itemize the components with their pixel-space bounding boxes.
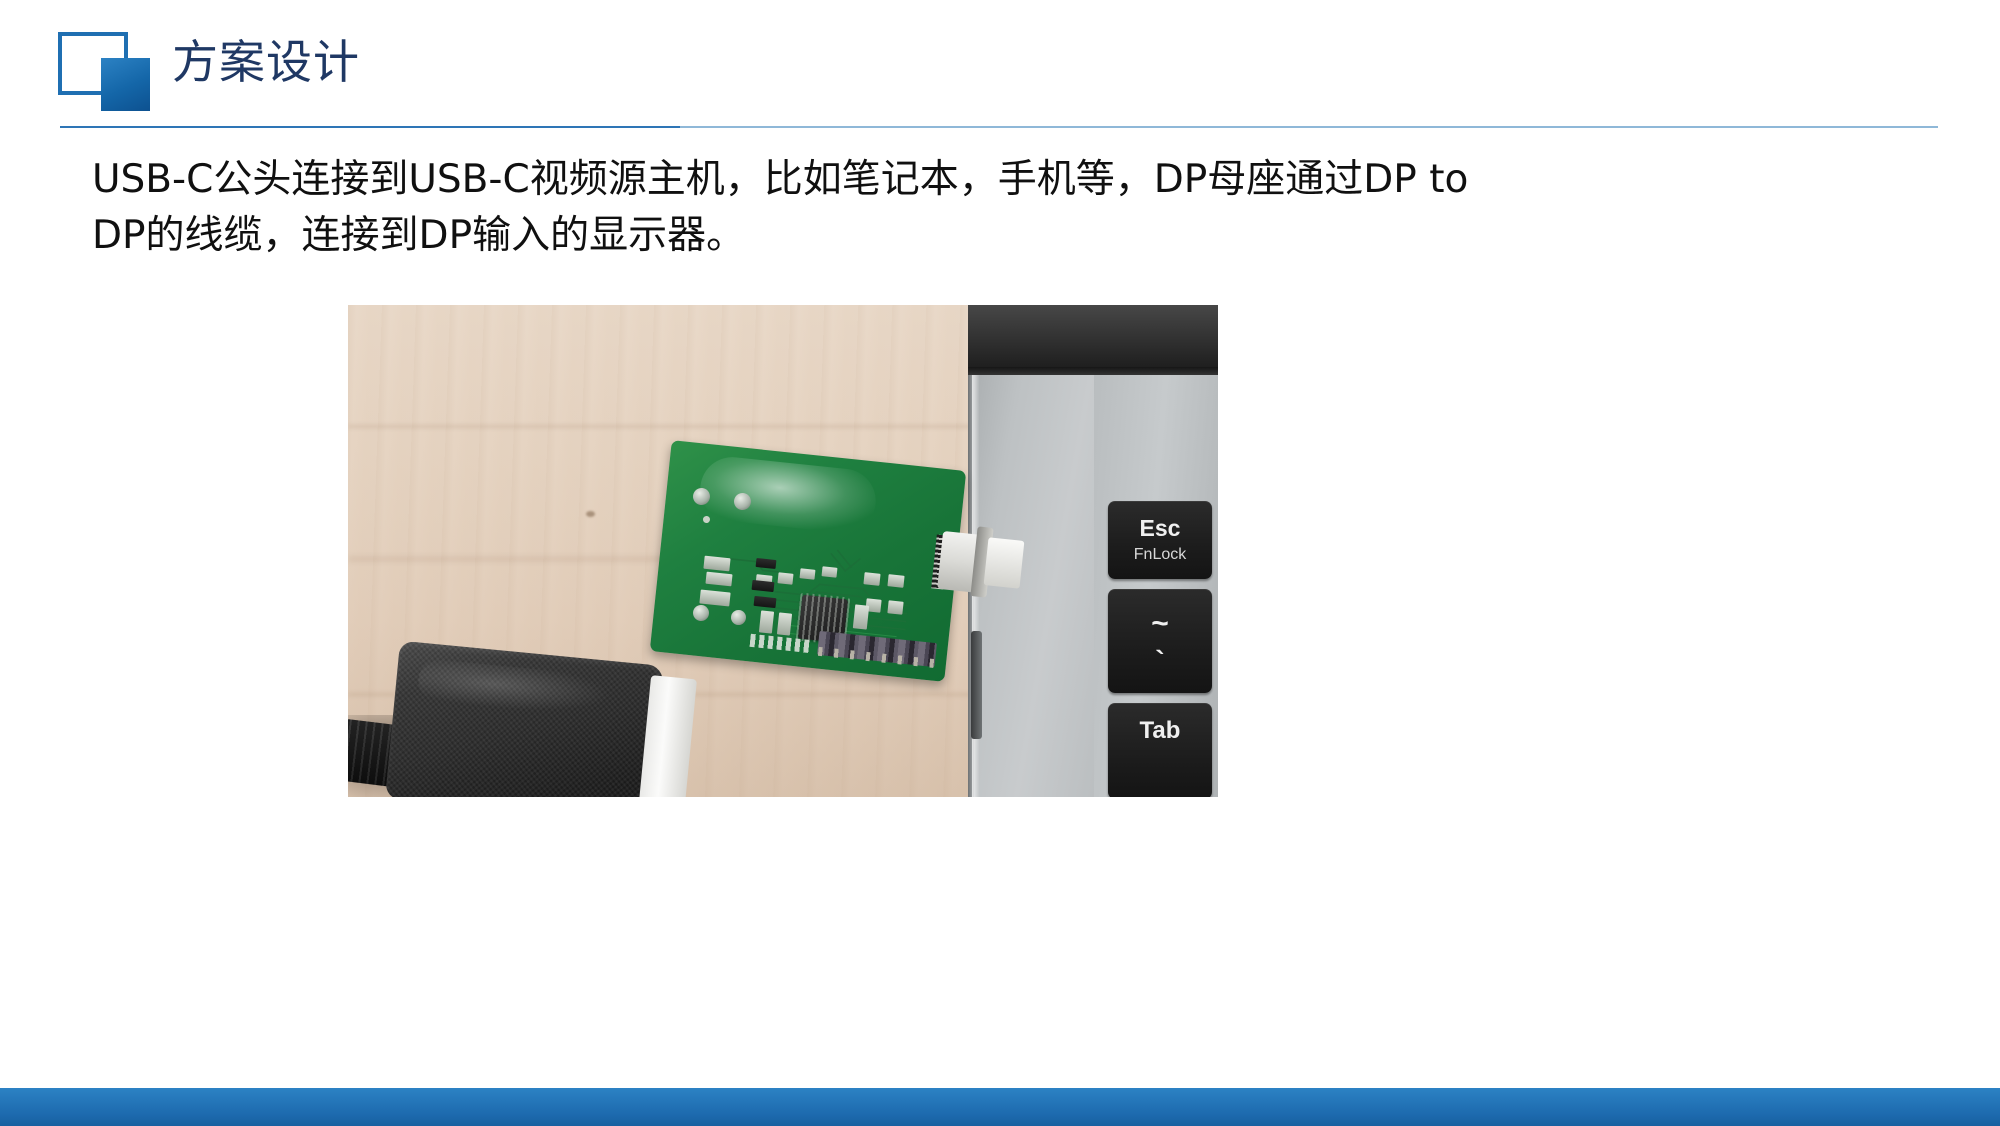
slide-header: 方案设计: [0, 0, 2000, 128]
smd-diode: [753, 595, 777, 609]
smd-diode: [755, 557, 777, 570]
smd-component: [887, 600, 904, 615]
slide-footer-band: [0, 1088, 2000, 1126]
smd-component: [821, 566, 838, 578]
key-esc-label: Esc: [1139, 515, 1181, 541]
laptop-lid: [968, 305, 1218, 373]
key-esc-sublabel: FnLock: [1133, 546, 1187, 563]
smd-component: [852, 604, 870, 630]
title-underline-left: [60, 126, 680, 128]
square-outline-with-filled-square-icon: [58, 32, 154, 111]
smd-component: [699, 589, 731, 607]
smd-diode: [751, 579, 775, 593]
slide-canvas: 方案设计 USB-C公头连接到USB-C视频源主机，比如笔记本，手机等，DP母座…: [0, 0, 2000, 1126]
smd-component: [799, 568, 816, 580]
smd-component: [758, 610, 775, 634]
key-tilde: ~ `: [1108, 589, 1212, 693]
logo-filled-square: [101, 58, 150, 111]
body-line-2: DP的线缆，连接到DP输入的显示器。: [92, 213, 746, 258]
smd-component: [776, 612, 793, 636]
key-tab-label: Tab: [1139, 717, 1181, 744]
title-underline-right: [680, 126, 1938, 128]
usbc-plug-barrel: [983, 537, 1025, 589]
key-grave-label: `: [1155, 645, 1165, 676]
smd-component: [705, 571, 733, 587]
laptop-usbc-port: [971, 631, 982, 739]
smd-component: [777, 572, 794, 585]
body-line-1: USB-C公头连接到USB-C视频源主机，比如笔记本，手机等，DP母座通过DP …: [92, 157, 1469, 202]
smd-component: [863, 572, 881, 586]
slide-footer-band-gradient: [0, 1088, 2000, 1126]
key-esc: Esc FnLock: [1108, 501, 1212, 579]
smd-component: [703, 555, 731, 572]
key-tilde-label: ~: [1151, 607, 1169, 640]
key-tab: Tab: [1108, 703, 1212, 797]
desk-speck: [586, 511, 595, 517]
smd-component: [887, 574, 905, 588]
page-title: 方案设计: [172, 35, 360, 89]
body-paragraph: USB-C公头连接到USB-C视频源主机，比如笔记本，手机等，DP母座通过DP …: [92, 152, 1852, 264]
product-photo: Esc FnLock ~ ` Tab: [348, 305, 1218, 797]
